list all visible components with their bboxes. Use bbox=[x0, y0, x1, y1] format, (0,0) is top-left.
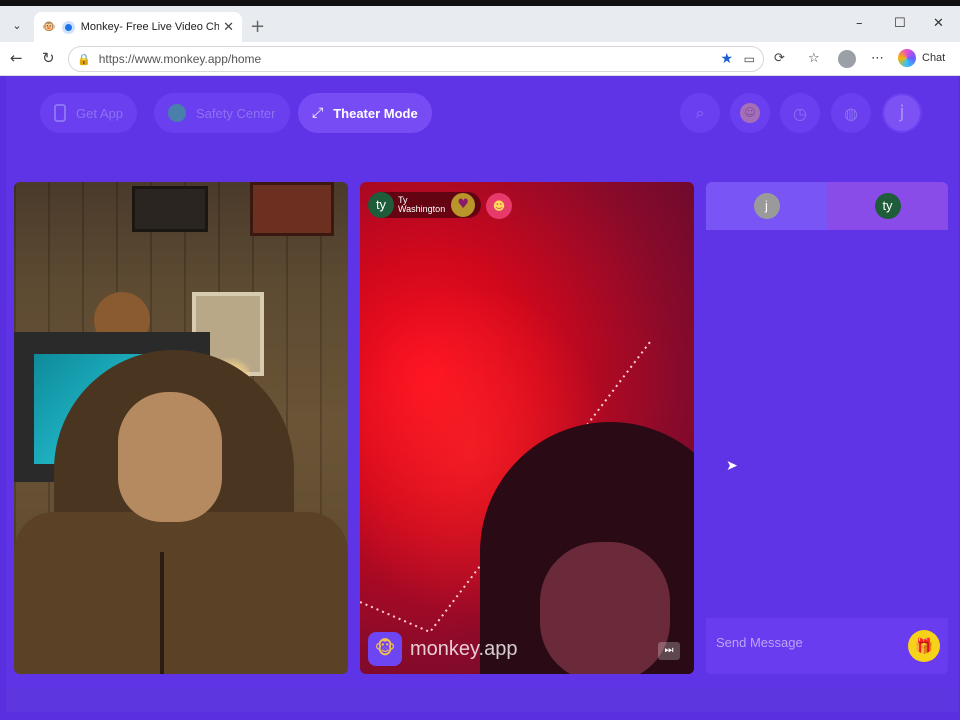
person-face bbox=[118, 392, 222, 522]
favorite-star-icon[interactable]: ★ bbox=[720, 51, 733, 67]
lock-icon: 🔒 bbox=[77, 52, 91, 66]
coins-button[interactable]: ☺ bbox=[730, 93, 770, 133]
tab-title: Monkey- Free Live Video Cha bbox=[80, 21, 220, 33]
messages-icon[interactable]: ◍ bbox=[831, 93, 871, 133]
monkey-brand-watermark: 🐵 monkey.app bbox=[368, 632, 517, 666]
browser-tab-active[interactable]: 🐵 Monkey- Free Live Video Cha ✕ bbox=[34, 12, 242, 42]
remote-user-chip[interactable]: ty Ty Washington ♥ bbox=[368, 192, 482, 218]
window-close-button[interactable]: ✕ bbox=[933, 16, 944, 31]
chat-participant-tabs: j ty bbox=[706, 182, 948, 230]
send-message-input[interactable] bbox=[716, 630, 896, 654]
mouse-cursor-icon: ➤ bbox=[726, 458, 738, 474]
get-app-label: Get App bbox=[76, 105, 123, 121]
hoodie-zipper bbox=[160, 552, 164, 674]
chat-label: Chat bbox=[922, 52, 946, 64]
theater-mode-button[interactable]: ⤢ Theater Mode bbox=[298, 93, 432, 133]
heart-icon[interactable]: ♥ bbox=[451, 193, 476, 217]
chat-messages-area[interactable]: ➤ bbox=[706, 230, 948, 618]
remote-user-name: Ty Washington bbox=[398, 196, 445, 214]
safety-shield-icon bbox=[168, 104, 186, 122]
bottom-toolbar-strip bbox=[6, 688, 958, 712]
tab-list-dropdown-icon[interactable]: ⌄ bbox=[6, 14, 28, 36]
url-text[interactable]: https://www.monkey.app/home bbox=[99, 52, 262, 66]
tab-close-icon[interactable]: ✕ bbox=[223, 20, 234, 35]
gift-icon[interactable]: 🎁 bbox=[908, 630, 940, 662]
copilot-icon bbox=[898, 49, 916, 67]
shield-icon bbox=[61, 20, 75, 34]
more-menu-icon[interactable]: ⋯ bbox=[871, 51, 884, 66]
favorites-icon[interactable]: ☆ bbox=[808, 51, 820, 66]
brand-name: monkey.app bbox=[410, 637, 518, 660]
message-compose-row: 🎁 bbox=[706, 618, 948, 674]
remote-user-avatar: ty bbox=[368, 192, 394, 218]
monkey-logo-icon: 🐵 bbox=[368, 632, 402, 666]
window-maximize-button[interactable]: ☐ bbox=[894, 16, 906, 31]
theater-mode-label: Theater Mode bbox=[333, 105, 418, 121]
wall-picture bbox=[132, 186, 208, 232]
window-minimize-button[interactable]: – bbox=[856, 16, 863, 31]
chat-tab-self[interactable]: j bbox=[706, 182, 827, 230]
skip-next-icon[interactable]: ⏭ bbox=[658, 642, 680, 660]
user-avatar-button[interactable]: j bbox=[882, 93, 922, 133]
monkey-favicon-icon: 🐵 bbox=[42, 21, 56, 33]
chat-panel: j ty ➤ 🎁 bbox=[706, 182, 948, 674]
person-body bbox=[14, 512, 348, 674]
browser-address-bar: ← ↻ 🔒 https://www.monkey.app/home ★ ▭ ⟳ … bbox=[0, 42, 960, 76]
camera-icon[interactable]: ▭ bbox=[744, 52, 755, 66]
remote-person-face bbox=[540, 542, 670, 674]
back-arrow-icon[interactable]: ← bbox=[10, 49, 23, 67]
browser-tab-bar: ⌄ 🐵 Monkey- Free Live Video Cha ✕ + – ☐ … bbox=[0, 6, 960, 42]
page-background: Get App Safety Center ⤢ Theater Mode ⌕ ☺… bbox=[0, 76, 960, 720]
reload-icon[interactable]: ↻ bbox=[42, 49, 55, 67]
remote-avatar: ty bbox=[874, 193, 901, 219]
safety-center-button[interactable]: Safety Center bbox=[154, 93, 290, 133]
copilot-chat-button[interactable]: Chat bbox=[898, 49, 945, 67]
remote-video-feed: ty Ty Washington ♥ ☻ 🐵 monkey.app ⏭ bbox=[360, 182, 694, 674]
refresh-sync-icon[interactable]: ⟳ bbox=[774, 51, 785, 66]
self-avatar: j bbox=[753, 193, 780, 219]
search-icon[interactable]: ⌕ bbox=[680, 93, 720, 133]
user-avatar: j bbox=[884, 95, 920, 131]
coin-icon: ☺ bbox=[740, 103, 760, 123]
remote-user-last-name: Washington bbox=[398, 204, 446, 214]
phone-icon bbox=[54, 104, 66, 122]
expand-icon: ⤢ bbox=[312, 105, 324, 121]
new-tab-button[interactable]: + bbox=[250, 16, 265, 37]
profile-avatar-icon[interactable] bbox=[838, 50, 856, 68]
get-app-button[interactable]: Get App bbox=[40, 93, 137, 133]
chat-tab-remote[interactable]: ty bbox=[827, 182, 948, 230]
url-omnibox[interactable]: 🔒 https://www.monkey.app/home ★ ▭ bbox=[68, 46, 764, 72]
app-container: Get App Safety Center ⤢ Theater Mode ⌕ ☺… bbox=[6, 76, 958, 712]
history-clock-icon[interactable]: ◷ bbox=[780, 93, 820, 133]
local-video-feed bbox=[14, 182, 348, 674]
wall-picture bbox=[250, 182, 334, 236]
safety-center-label: Safety Center bbox=[196, 105, 276, 121]
report-police-icon[interactable]: ☻ bbox=[486, 193, 512, 219]
